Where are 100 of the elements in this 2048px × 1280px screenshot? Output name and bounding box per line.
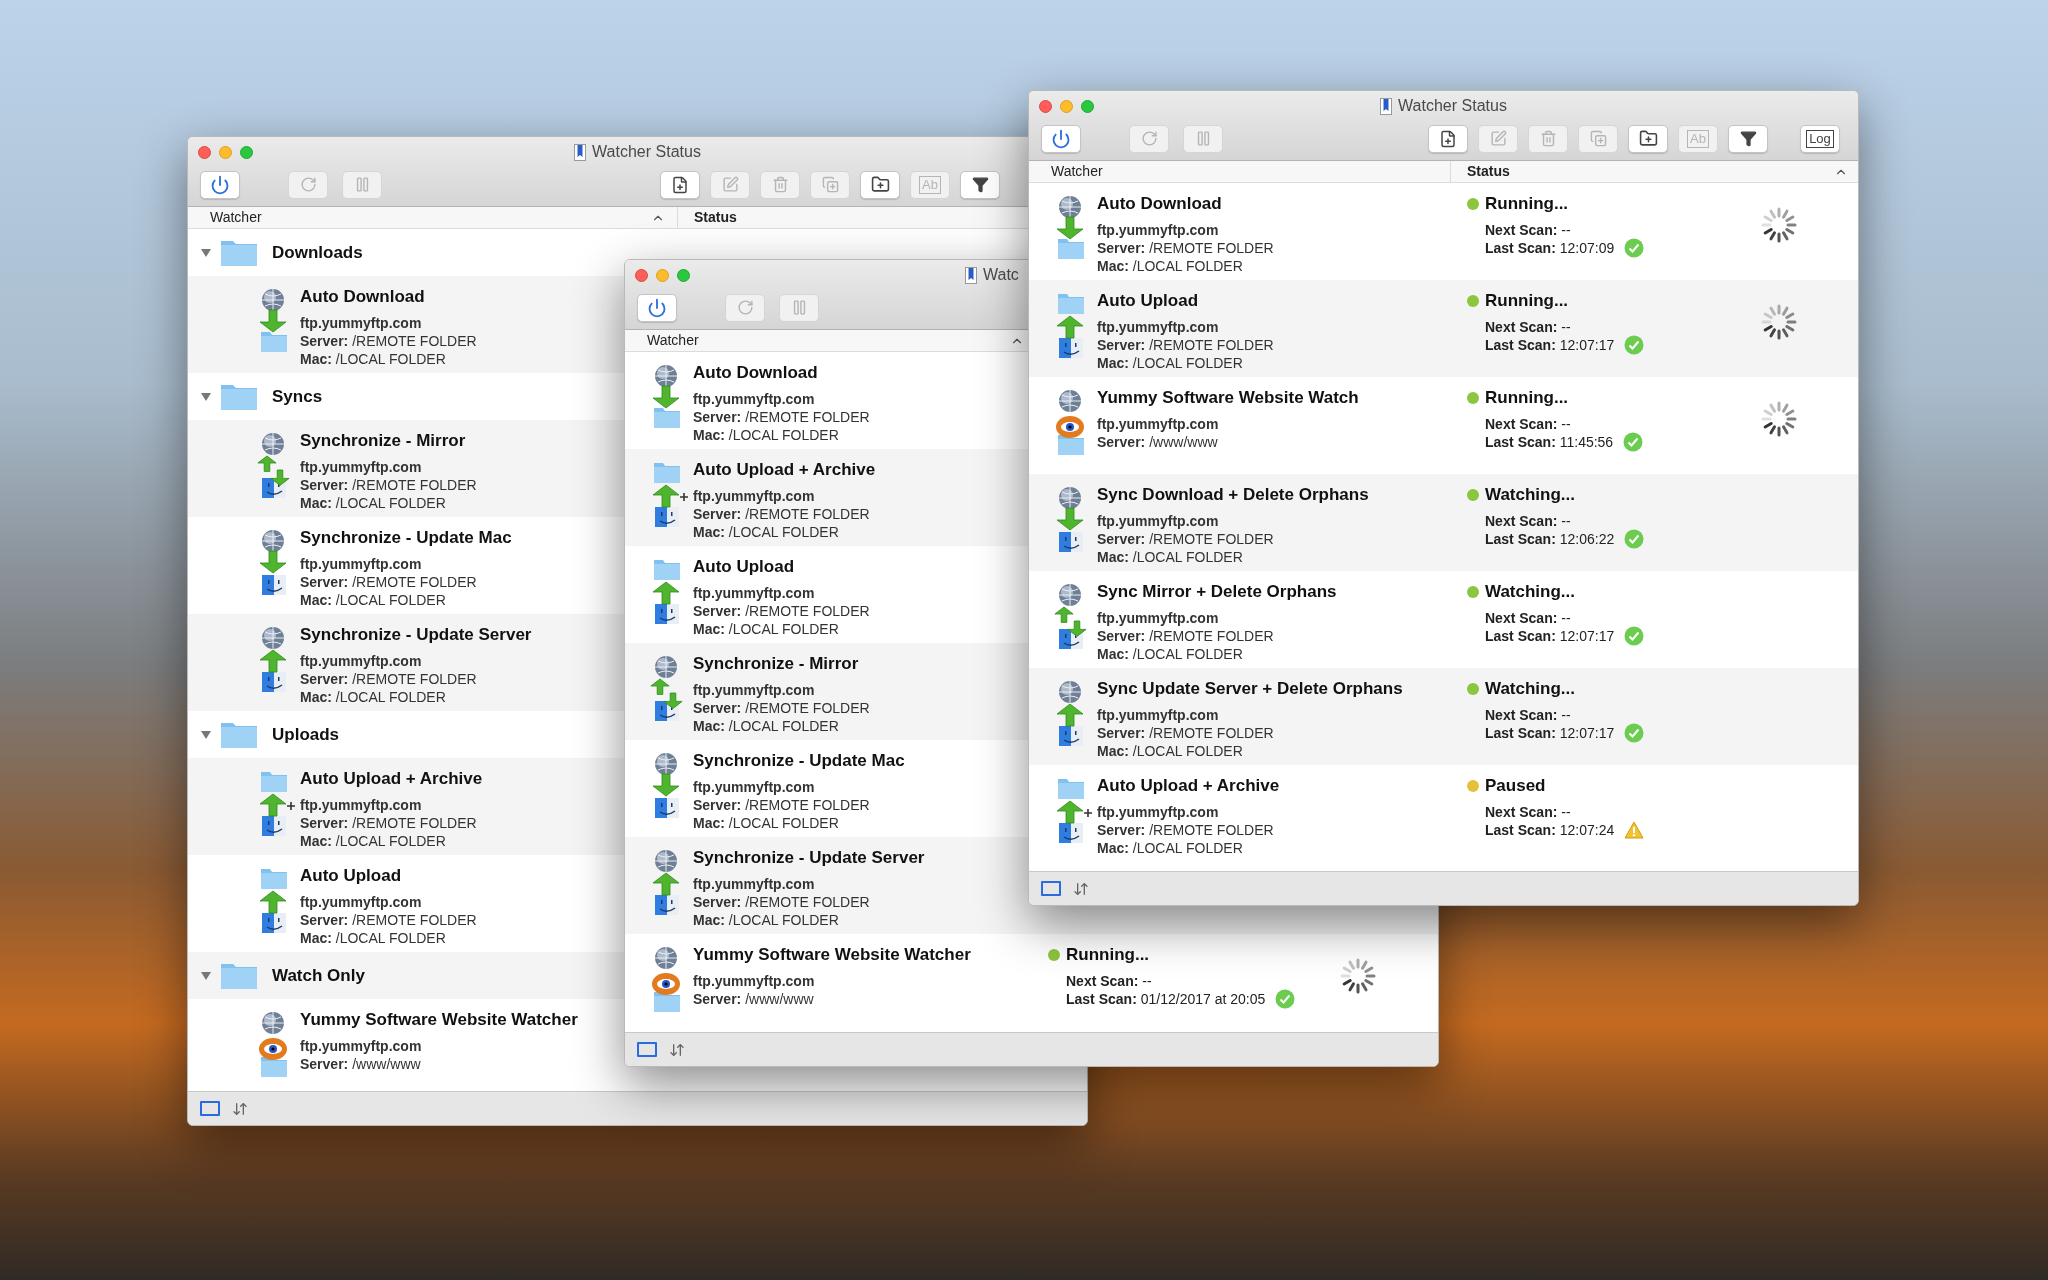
disclosure-down-icon[interactable] (200, 390, 212, 403)
filter-icon (1739, 130, 1757, 147)
close-button[interactable] (1039, 100, 1052, 113)
path-text: Server: /REMOTE FOLDER (1097, 821, 1275, 839)
trash-icon (1539, 130, 1557, 147)
path-text: Mac: /LOCAL FOLDER (1097, 257, 1244, 275)
path-text: Mac: /LOCAL FOLDER (300, 688, 447, 706)
new-file-button[interactable] (660, 170, 700, 199)
path-text: Server: /REMOTE FOLDER (300, 814, 478, 832)
column-header[interactable]: Watcher (647, 330, 699, 351)
path-text: Mac: /LOCAL FOLDER (1097, 548, 1244, 566)
status-text: Running... (1485, 387, 1569, 409)
bookmark-icon (965, 266, 977, 284)
host-text: ftp.yummyftp.com (300, 458, 423, 476)
path-text: Server: /REMOTE FOLDER (1097, 530, 1275, 548)
scan-time-text: Last Scan: 12:07:17 (1485, 627, 1615, 645)
scan-time-text: Last Scan: 11:45:56 (1485, 433, 1614, 451)
sort-arrows-icon[interactable] (232, 1100, 248, 1117)
scan-time-text: Next Scan: -- (1485, 221, 1571, 239)
watcher-name: Auto Download (1097, 193, 1223, 215)
zoom-button[interactable] (1081, 100, 1094, 113)
window-layout-icon[interactable] (200, 1101, 220, 1116)
host-text: ftp.yummyftp.com (693, 972, 816, 990)
status-text: Running... (1066, 944, 1150, 966)
path-text: Mac: /LOCAL FOLDER (300, 591, 447, 609)
path-text: Mac: /LOCAL FOLDER (300, 350, 447, 368)
path-text: Server: /REMOTE FOLDER (693, 602, 870, 620)
sort-arrows-icon[interactable] (1073, 880, 1089, 897)
power-button[interactable] (200, 170, 240, 199)
scan-time-text: Last Scan: 12:06:22 (1485, 530, 1615, 548)
edit-icon (1489, 130, 1507, 147)
sort-arrows-icon[interactable] (669, 1041, 685, 1058)
log-button[interactable]: Log (1800, 124, 1840, 153)
window-layout-icon[interactable] (637, 1042, 657, 1057)
spinner-icon (1761, 207, 1797, 243)
group-label: Uploads (272, 723, 340, 746)
path-text: Server: /www/www (300, 1055, 422, 1073)
spinner-icon (1340, 958, 1376, 994)
folder-icon (220, 961, 258, 990)
group-label: Watch Only (272, 964, 365, 987)
new-file-button[interactable] (1428, 124, 1468, 153)
path-text: Server: /REMOTE FOLDER (1097, 724, 1275, 742)
power-button[interactable] (1041, 124, 1081, 153)
scan-time-text: Last Scan: 12:07:17 (1485, 336, 1615, 354)
host-text: ftp.yummyftp.com (1097, 803, 1220, 821)
new-folder-icon (870, 175, 890, 194)
host-text: ftp.yummyftp.com (693, 681, 816, 699)
power-button[interactable] (637, 293, 677, 322)
path-text: Server: /www/www (693, 990, 815, 1008)
column-header[interactable]: Status (1467, 161, 1510, 182)
zoom-button[interactable] (240, 146, 253, 159)
host-text: ftp.yummyftp.com (693, 390, 816, 408)
path-text: Mac: /LOCAL FOLDER (693, 911, 840, 929)
duplicate-icon (1589, 130, 1607, 147)
new-folder-button[interactable] (860, 170, 900, 199)
close-button[interactable] (198, 146, 211, 159)
new-folder-icon (1638, 129, 1658, 148)
disclosure-down-icon[interactable] (200, 728, 212, 741)
group-label: Downloads (272, 241, 363, 264)
new-file-icon (1439, 129, 1457, 148)
host-text: ftp.yummyftp.com (1097, 706, 1220, 724)
zoom-button[interactable] (677, 269, 690, 282)
close-button[interactable] (635, 269, 648, 282)
column-header[interactable]: Status (694, 207, 737, 228)
filter-button[interactable] (1728, 124, 1768, 153)
watcher-name: Synchronize - Update Server (693, 847, 925, 869)
scan-time-text: Last Scan: 12:07:09 (1485, 239, 1615, 257)
power-icon (1051, 128, 1071, 149)
column-header[interactable]: Watcher (210, 207, 262, 228)
window-title: Watcher Status (1398, 96, 1507, 116)
watcher-name: Auto Upload + Archive (693, 459, 876, 481)
watcher-name: Sync Download + Delete Orphans (1097, 484, 1370, 506)
scan-time-text: Next Scan: -- (1066, 972, 1152, 990)
path-text: Mac: /LOCAL FOLDER (1097, 742, 1244, 760)
path-text: Mac: /LOCAL FOLDER (1097, 645, 1244, 663)
bookmark-icon (574, 143, 587, 161)
scan-time-text: Next Scan: -- (1485, 609, 1571, 627)
column-header[interactable]: Watcher (1051, 161, 1103, 182)
window-layout-icon[interactable] (1041, 881, 1061, 896)
duplicate-icon (821, 176, 839, 193)
watcher-name: Yummy Software Website Watcher (693, 944, 972, 966)
scan-time-text: Last Scan: 12:07:24 (1485, 821, 1615, 839)
disclosure-down-icon[interactable] (200, 969, 212, 982)
edit-icon (721, 176, 739, 193)
disclosure-down-icon[interactable] (200, 246, 212, 259)
host-text: ftp.yummyftp.com (300, 555, 423, 573)
group-label: Syncs (272, 385, 323, 408)
new-folder-button[interactable] (1628, 124, 1668, 153)
path-text: Server: /REMOTE FOLDER (693, 699, 870, 717)
filter-button[interactable] (960, 170, 1000, 199)
filter-icon (971, 176, 989, 193)
host-text: ftp.yummyftp.com (693, 487, 816, 505)
path-text: Server: /www/www (1097, 433, 1219, 451)
scan-time-text: Last Scan: 12:07:17 (1485, 724, 1615, 742)
path-text: Mac: /LOCAL FOLDER (1097, 839, 1244, 857)
new-file-icon (671, 175, 689, 194)
host-text: ftp.yummyftp.com (1097, 512, 1220, 530)
watcher-name: Auto Upload + Archive (1097, 775, 1281, 797)
scan-time-text: Next Scan: -- (1485, 318, 1571, 336)
path-text: Server: /REMOTE FOLDER (300, 476, 477, 494)
